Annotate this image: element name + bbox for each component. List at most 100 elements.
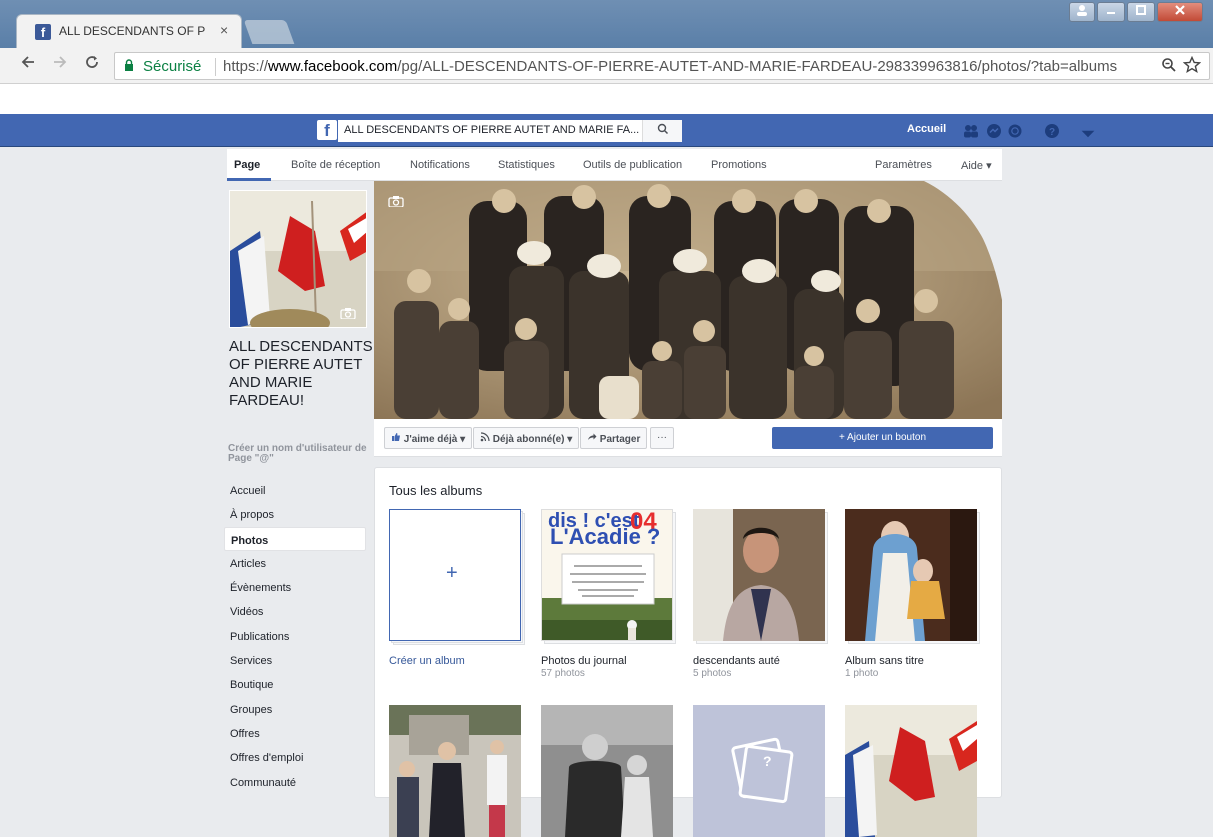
left-nav-photos[interactable]: Photos <box>224 526 366 551</box>
more-options-button[interactable]: ··· <box>650 427 674 449</box>
reload-icon[interactable] <box>84 54 100 75</box>
user-profile-icon[interactable] <box>1069 2 1095 22</box>
left-nav-articles[interactable]: Articles <box>224 551 366 575</box>
left-nav-offers[interactable]: Offres <box>224 721 366 745</box>
placeholder-question-mark: ? <box>763 753 772 769</box>
left-nav-posts[interactable]: Publications <box>224 624 366 648</box>
left-nav-about[interactable]: À propos <box>224 502 366 526</box>
back-arrow-icon[interactable] <box>20 54 36 75</box>
album-name[interactable]: Album sans titre <box>845 655 924 667</box>
share-label: Partager <box>599 434 641 445</box>
left-nav-home[interactable]: Accueil <box>224 478 366 502</box>
album-count: 5 photos <box>693 668 732 679</box>
album-thumbnail[interactable] <box>541 705 673 837</box>
tab-settings[interactable]: Paramètres <box>875 159 932 171</box>
url-host: www.facebook.com <box>268 58 398 75</box>
tab-publishing-tools[interactable]: Outils de publication <box>583 159 682 171</box>
album-name[interactable]: Photos du journal <box>541 655 627 667</box>
close-window-icon[interactable] <box>1157 2 1203 22</box>
like-button[interactable]: J'aime déjà ▾ <box>384 427 473 449</box>
share-arrow-icon <box>588 433 597 440</box>
address-bar[interactable]: Sécurisé https://www.facebook.com/pg/ALL… <box>114 52 1210 80</box>
album-card[interactable]: dis ! c'est 04 L'Acadie ? Photos du jour… <box>541 509 676 679</box>
album-count: 1 photo <box>845 668 879 679</box>
album-thumbnail[interactable] <box>693 509 825 641</box>
follow-label: Déjà abonné(e) ▾ <box>492 434 573 445</box>
create-album-link[interactable]: Créer un album <box>389 655 465 667</box>
url-path: /pg/ALL-DESCENDANTS-OF-PIERRE-AUTET-AND-… <box>397 58 1118 75</box>
album-thumbnail[interactable]: ? <box>693 705 825 837</box>
albums-heading: Tous les albums <box>389 483 483 498</box>
left-nav-groups[interactable]: Groupes <box>224 697 366 721</box>
cover-photo[interactable] <box>374 181 1002 419</box>
album-name[interactable]: descendants auté <box>693 655 780 667</box>
friend-requests-icon[interactable] <box>963 123 979 139</box>
left-nav-shop[interactable]: Boutique <box>224 672 366 696</box>
album-thumbnail[interactable] <box>389 705 521 837</box>
lock-icon <box>125 59 133 71</box>
window-controls <box>1069 2 1203 24</box>
add-button-cta[interactable]: + Ajouter un bouton <box>772 427 993 449</box>
profile-picture[interactable] <box>229 190 367 328</box>
left-nav-events[interactable]: Évènements <box>224 575 366 599</box>
tab-title: ALL DESCENDANTS OF P <box>59 24 206 38</box>
url-text[interactable]: https://www.facebook.com/pg/ALL-DESCENDA… <box>223 58 1117 75</box>
left-nav-services[interactable]: Services <box>224 648 366 672</box>
facebook-logo-icon[interactable]: f <box>317 120 337 140</box>
album-thumbnail[interactable] <box>845 705 977 837</box>
new-tab-button[interactable] <box>243 20 295 44</box>
album-thumbnail[interactable]: dis ! c'est 04 L'Acadie ? <box>541 509 673 641</box>
messenger-icon[interactable] <box>986 123 1002 139</box>
facebook-search-input[interactable]: ALL DESCENDANTS OF PIERRE AUTET AND MARI… <box>338 120 682 142</box>
album-card[interactable]: descendants auté 5 photos <box>693 509 828 679</box>
like-label: J'aime déjà ▾ <box>403 434 466 445</box>
secure-label: Sécurisé <box>143 58 202 75</box>
albums-panel: Tous les albums + Créer un album dis ! c… <box>374 467 1002 837</box>
create-album-tile[interactable]: + Créer un album <box>389 509 525 667</box>
left-nav-jobs[interactable]: Offres d'emploi <box>224 745 366 769</box>
left-nav-community[interactable]: Communauté <box>224 770 366 794</box>
facebook-header: f ALL DESCENDANTS OF PIERRE AUTET AND MA… <box>0 114 1213 147</box>
cover-action-bar: J'aime déjà ▾ Déjà abonné(e) ▾ Partager … <box>374 419 1002 457</box>
album-card[interactable] <box>845 705 979 837</box>
search-value: ALL DESCENDANTS OF PIERRE AUTET AND MARI… <box>344 124 640 136</box>
forward-arrow-icon[interactable] <box>52 54 68 75</box>
star-icon[interactable] <box>1182 55 1202 79</box>
poster-headline-main: L'Acadie ? <box>550 524 661 549</box>
album-card[interactable]: ? <box>693 705 827 837</box>
album-card[interactable] <box>389 705 523 837</box>
maximize-icon[interactable] <box>1127 2 1155 22</box>
left-nav-videos[interactable]: Vidéos <box>224 599 366 623</box>
url-scheme: https:// <box>223 58 269 75</box>
browser-titlebar: f ALL DESCENDANTS OF P × <box>0 0 1213 48</box>
album-count: 57 photos <box>541 668 585 679</box>
follow-button[interactable]: Déjà abonné(e) ▾ <box>473 427 580 449</box>
active-tab-indicator <box>227 178 271 181</box>
minimize-icon[interactable] <box>1097 2 1125 22</box>
home-link[interactable]: Accueil <box>907 123 946 135</box>
tab-page[interactable]: Page <box>234 159 260 171</box>
album-card[interactable]: Album sans titre 1 photo <box>845 509 980 679</box>
create-username-link[interactable]: Créer un nom d'utilisateur de Page "@" <box>228 444 378 464</box>
tab-inbox[interactable]: Boîte de réception <box>291 159 380 171</box>
tab-help[interactable]: Aide ▾ <box>961 159 992 172</box>
create-album-thumb[interactable]: + <box>389 509 521 641</box>
search-icon[interactable] <box>642 120 682 142</box>
tab-close-icon[interactable]: × <box>220 22 228 38</box>
page-title: ALL DESCENDANTS OF PIERRE AUTET AND MARI… <box>229 338 373 409</box>
left-navigation: Accueil À propos Photos Articles Évèneme… <box>224 478 366 794</box>
zoom-icon[interactable] <box>1161 57 1177 77</box>
share-button[interactable]: Partager <box>580 427 648 449</box>
album-card[interactable] <box>541 705 675 837</box>
browser-tab[interactable]: f ALL DESCENDANTS OF P × <box>16 14 242 48</box>
svg-text:?: ? <box>1049 127 1055 138</box>
cover-camera-icon[interactable] <box>388 195 404 207</box>
notifications-globe-icon[interactable] <box>1007 123 1023 139</box>
account-menu-chevron-down-icon[interactable] <box>1080 126 1096 142</box>
tab-notifications[interactable]: Notifications <box>410 159 470 171</box>
album-thumbnail[interactable] <box>845 509 977 641</box>
help-icon[interactable]: ? <box>1044 123 1060 139</box>
tab-insights[interactable]: Statistiques <box>498 159 555 171</box>
camera-icon[interactable] <box>340 307 356 319</box>
tab-promotions[interactable]: Promotions <box>711 159 767 171</box>
